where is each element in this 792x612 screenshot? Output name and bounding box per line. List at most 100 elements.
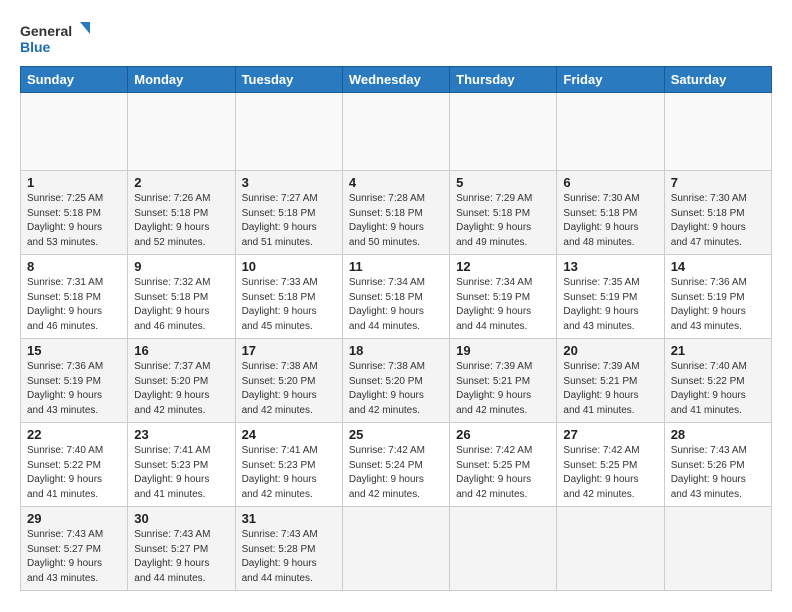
day-detail: Sunrise: 7:39 AM Sunset: 5:21 PM Dayligh… <box>563 360 657 418</box>
col-monday: Monday <box>128 67 235 93</box>
cal-cell: 4Sunrise: 7:28 AM Sunset: 5:18 PM Daylig… <box>342 171 449 255</box>
cal-cell: 30 Sunrise: 7:43 AM Sunset: 5:27 PM Dayli… <box>128 507 235 591</box>
header: General Blue <box>20 16 772 58</box>
day-number: 14 <box>671 259 765 274</box>
day-number: 2 <box>134 175 228 190</box>
day-number: 4 <box>349 175 443 190</box>
day-detail: Sunrise: 7:43 AM Sunset: 5:26 PM Dayligh… <box>671 444 765 502</box>
day-detail: Sunrise: 7:34 AM Sunset: 5:18 PM Dayligh… <box>349 276 443 334</box>
cal-cell: 5Sunrise: 7:29 AM Sunset: 5:18 PM Daylig… <box>450 171 557 255</box>
day-detail: Sunrise: 7:25 AM Sunset: 5:18 PM Dayligh… <box>27 192 121 250</box>
cal-cell: 25 Sunrise: 7:42 AM Sunset: 5:24 PM Dayli… <box>342 423 449 507</box>
cal-cell <box>342 507 449 591</box>
cal-cell: 10 Sunrise: 7:33 AM Sunset: 5:18 PM Dayli… <box>235 255 342 339</box>
day-number: 29 <box>27 511 121 526</box>
cal-cell: 3 Sunrise: 7:27 AM Sunset: 5:18 PM Daylig… <box>235 171 342 255</box>
day-number: 6 <box>563 175 657 190</box>
cal-cell: 28Sunrise: 7:43 AM Sunset: 5:26 PM Dayli… <box>664 423 771 507</box>
day-detail: Sunrise: 7:30 AM Sunset: 5:18 PM Dayligh… <box>563 192 657 250</box>
week-row-5: 29 Sunrise: 7:43 AM Sunset: 5:27 PM Dayli… <box>21 507 772 591</box>
calendar-table: SundayMondayTuesdayWednesdayThursdayFrid… <box>20 66 772 591</box>
day-number: 17 <box>242 343 336 358</box>
day-number: 11 <box>349 259 443 274</box>
cal-cell: 24 Sunrise: 7:41 AM Sunset: 5:23 PM Dayli… <box>235 423 342 507</box>
col-tuesday: Tuesday <box>235 67 342 93</box>
day-detail: Sunrise: 7:29 AM Sunset: 5:18 PM Dayligh… <box>456 192 550 250</box>
cal-cell <box>664 93 771 171</box>
day-number: 30 <box>134 511 228 526</box>
week-row-2: 8 Sunrise: 7:31 AM Sunset: 5:18 PM Daylig… <box>21 255 772 339</box>
cal-cell: 31Sunrise: 7:43 AM Sunset: 5:28 PM Dayli… <box>235 507 342 591</box>
day-number: 16 <box>134 343 228 358</box>
day-detail: Sunrise: 7:36 AM Sunset: 5:19 PM Dayligh… <box>27 360 121 418</box>
cal-cell: 18Sunrise: 7:38 AM Sunset: 5:20 PM Dayli… <box>342 339 449 423</box>
col-friday: Friday <box>557 67 664 93</box>
day-detail: Sunrise: 7:42 AM Sunset: 5:25 PM Dayligh… <box>456 444 550 502</box>
page: General Blue SundayMondayTuesdayWednesda… <box>0 0 792 603</box>
col-thursday: Thursday <box>450 67 557 93</box>
cal-cell <box>450 507 557 591</box>
day-number: 18 <box>349 343 443 358</box>
day-detail: Sunrise: 7:27 AM Sunset: 5:18 PM Dayligh… <box>242 192 336 250</box>
cal-cell: 6 Sunrise: 7:30 AM Sunset: 5:18 PM Daylig… <box>557 171 664 255</box>
cal-cell: 21 Sunrise: 7:40 AM Sunset: 5:22 PM Dayli… <box>664 339 771 423</box>
week-row-4: 22Sunrise: 7:40 AM Sunset: 5:22 PM Dayli… <box>21 423 772 507</box>
day-detail: Sunrise: 7:40 AM Sunset: 5:22 PM Dayligh… <box>671 360 765 418</box>
day-number: 8 <box>27 259 121 274</box>
cal-cell: 2 Sunrise: 7:26 AM Sunset: 5:18 PM Daylig… <box>128 171 235 255</box>
day-number: 24 <box>242 427 336 442</box>
cal-cell: 13Sunrise: 7:35 AM Sunset: 5:19 PM Dayli… <box>557 255 664 339</box>
cal-cell: 16 Sunrise: 7:37 AM Sunset: 5:20 PM Dayli… <box>128 339 235 423</box>
week-row-1: 1Sunrise: 7:25 AM Sunset: 5:18 PM Daylig… <box>21 171 772 255</box>
cal-cell <box>21 93 128 171</box>
day-detail: Sunrise: 7:36 AM Sunset: 5:19 PM Dayligh… <box>671 276 765 334</box>
cal-cell: 15 Sunrise: 7:36 AM Sunset: 5:19 PM Dayli… <box>21 339 128 423</box>
cal-cell: 20Sunrise: 7:39 AM Sunset: 5:21 PM Dayli… <box>557 339 664 423</box>
day-detail: Sunrise: 7:38 AM Sunset: 5:20 PM Dayligh… <box>242 360 336 418</box>
cal-cell <box>664 507 771 591</box>
day-number: 27 <box>563 427 657 442</box>
day-number: 31 <box>242 511 336 526</box>
day-number: 21 <box>671 343 765 358</box>
day-detail: Sunrise: 7:26 AM Sunset: 5:18 PM Dayligh… <box>134 192 228 250</box>
day-detail: Sunrise: 7:33 AM Sunset: 5:18 PM Dayligh… <box>242 276 336 334</box>
cal-cell: 27 Sunrise: 7:42 AM Sunset: 5:25 PM Dayli… <box>557 423 664 507</box>
day-detail: Sunrise: 7:43 AM Sunset: 5:27 PM Dayligh… <box>134 528 228 586</box>
day-detail: Sunrise: 7:34 AM Sunset: 5:19 PM Dayligh… <box>456 276 550 334</box>
day-detail: Sunrise: 7:43 AM Sunset: 5:27 PM Dayligh… <box>27 528 121 586</box>
day-detail: Sunrise: 7:42 AM Sunset: 5:25 PM Dayligh… <box>563 444 657 502</box>
cal-cell: 29 Sunrise: 7:43 AM Sunset: 5:27 PM Dayli… <box>21 507 128 591</box>
cal-cell: 9Sunrise: 7:32 AM Sunset: 5:18 PM Daylig… <box>128 255 235 339</box>
day-detail: Sunrise: 7:37 AM Sunset: 5:20 PM Dayligh… <box>134 360 228 418</box>
day-detail: Sunrise: 7:42 AM Sunset: 5:24 PM Dayligh… <box>349 444 443 502</box>
cal-cell: 26Sunrise: 7:42 AM Sunset: 5:25 PM Dayli… <box>450 423 557 507</box>
day-number: 12 <box>456 259 550 274</box>
day-number: 10 <box>242 259 336 274</box>
logo-svg: General Blue <box>20 20 90 58</box>
cal-cell: 1Sunrise: 7:25 AM Sunset: 5:18 PM Daylig… <box>21 171 128 255</box>
cal-cell <box>235 93 342 171</box>
header-row: SundayMondayTuesdayWednesdayThursdayFrid… <box>21 67 772 93</box>
day-number: 3 <box>242 175 336 190</box>
cal-cell: 12 Sunrise: 7:34 AM Sunset: 5:19 PM Dayli… <box>450 255 557 339</box>
week-row-0 <box>21 93 772 171</box>
day-number: 15 <box>27 343 121 358</box>
col-wednesday: Wednesday <box>342 67 449 93</box>
day-detail: Sunrise: 7:30 AM Sunset: 5:18 PM Dayligh… <box>671 192 765 250</box>
svg-text:Blue: Blue <box>20 39 51 55</box>
day-detail: Sunrise: 7:40 AM Sunset: 5:22 PM Dayligh… <box>27 444 121 502</box>
col-saturday: Saturday <box>664 67 771 93</box>
day-detail: Sunrise: 7:35 AM Sunset: 5:19 PM Dayligh… <box>563 276 657 334</box>
day-number: 19 <box>456 343 550 358</box>
cal-cell: 22Sunrise: 7:40 AM Sunset: 5:22 PM Dayli… <box>21 423 128 507</box>
week-row-3: 15 Sunrise: 7:36 AM Sunset: 5:19 PM Dayli… <box>21 339 772 423</box>
day-detail: Sunrise: 7:31 AM Sunset: 5:18 PM Dayligh… <box>27 276 121 334</box>
cal-cell: 14 Sunrise: 7:36 AM Sunset: 5:19 PM Dayli… <box>664 255 771 339</box>
cal-cell <box>450 93 557 171</box>
cal-cell <box>128 93 235 171</box>
day-detail: Sunrise: 7:41 AM Sunset: 5:23 PM Dayligh… <box>242 444 336 502</box>
day-number: 9 <box>134 259 228 274</box>
cal-cell: 11 Sunrise: 7:34 AM Sunset: 5:18 PM Dayli… <box>342 255 449 339</box>
day-number: 25 <box>349 427 443 442</box>
day-detail: Sunrise: 7:41 AM Sunset: 5:23 PM Dayligh… <box>134 444 228 502</box>
